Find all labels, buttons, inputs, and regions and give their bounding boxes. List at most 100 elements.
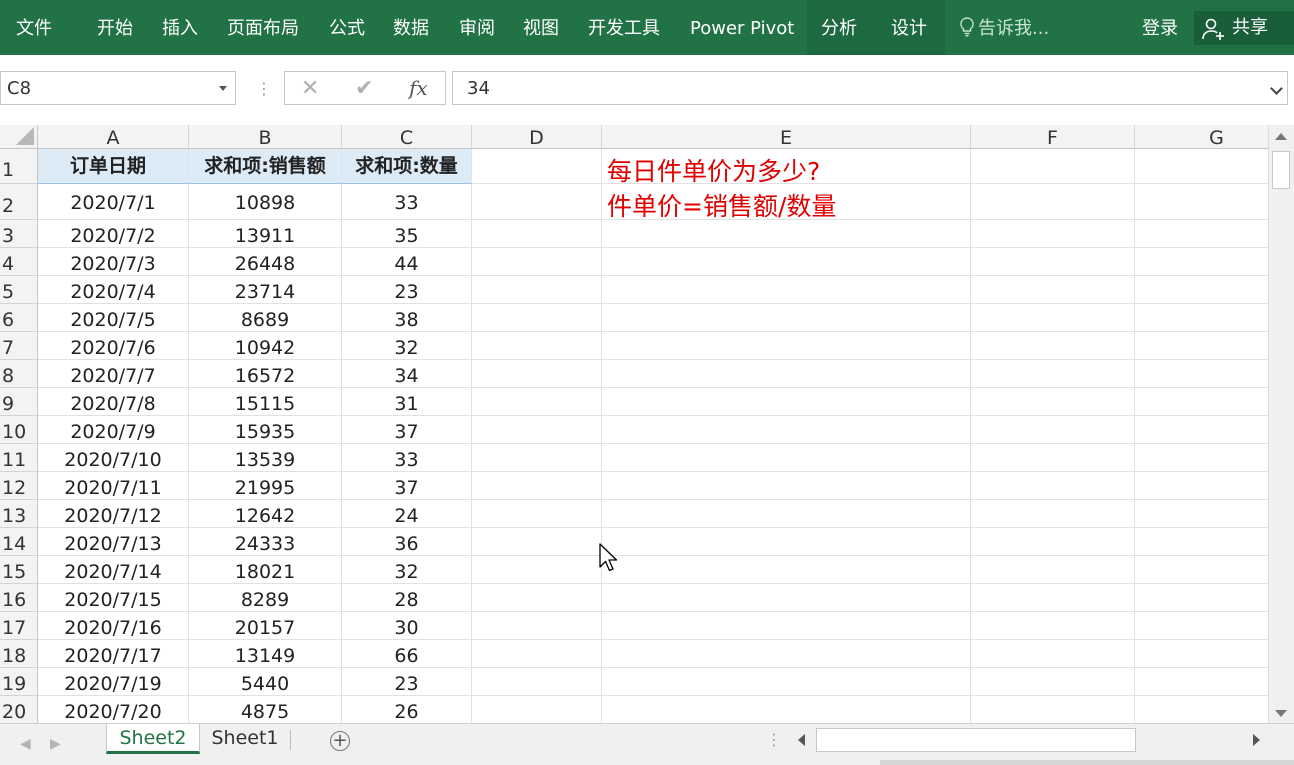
select-all-corner[interactable] bbox=[0, 125, 38, 149]
ribbon-tab-review[interactable]: 审阅 bbox=[459, 0, 495, 55]
grid-cell[interactable] bbox=[472, 184, 602, 220]
pivot-header-cell[interactable]: 订单日期 bbox=[38, 149, 189, 184]
grid-cell[interactable] bbox=[971, 388, 1135, 416]
table-cell[interactable]: 32 bbox=[342, 332, 472, 360]
table-cell[interactable]: 34 bbox=[342, 360, 472, 388]
grid-cell[interactable] bbox=[971, 184, 1135, 220]
table-cell[interactable]: 33 bbox=[342, 444, 472, 472]
grid-cell[interactable] bbox=[1135, 332, 1268, 360]
table-cell[interactable]: 2020/7/3 bbox=[38, 248, 189, 276]
grid-cell[interactable] bbox=[602, 276, 971, 304]
table-cell[interactable]: 12642 bbox=[189, 500, 342, 528]
table-cell[interactable]: 2020/7/5 bbox=[38, 304, 189, 332]
grid-cell[interactable] bbox=[1135, 360, 1268, 388]
grid-cell[interactable] bbox=[602, 388, 971, 416]
add-sheet-icon[interactable]: + bbox=[330, 731, 350, 751]
grid-cell[interactable] bbox=[971, 220, 1135, 248]
table-cell[interactable]: 28 bbox=[342, 584, 472, 612]
grid-cell[interactable] bbox=[472, 304, 602, 332]
grid-cell[interactable] bbox=[971, 149, 1135, 184]
row-header[interactable]: 13 bbox=[0, 500, 38, 528]
table-cell[interactable]: 2020/7/2 bbox=[38, 220, 189, 248]
row-header[interactable]: 6 bbox=[0, 304, 38, 332]
table-cell[interactable]: 24 bbox=[342, 500, 472, 528]
grid-cell[interactable] bbox=[472, 276, 602, 304]
grid-cell[interactable] bbox=[472, 220, 602, 248]
grid-cell[interactable] bbox=[472, 149, 602, 184]
horizontal-scrollbar[interactable] bbox=[790, 728, 1268, 752]
grid-cell[interactable] bbox=[472, 500, 602, 528]
row-header[interactable]: 3 bbox=[0, 220, 38, 248]
table-cell[interactable]: 2020/7/19 bbox=[38, 668, 189, 696]
tab-split-handle-icon[interactable]: ⋮ bbox=[766, 730, 782, 749]
grid-cell[interactable] bbox=[971, 248, 1135, 276]
grid-cell[interactable] bbox=[472, 668, 602, 696]
grid-cell[interactable] bbox=[1135, 528, 1268, 556]
formula-input[interactable]: 34 bbox=[452, 71, 1288, 105]
table-cell[interactable]: 44 bbox=[342, 248, 472, 276]
grid-cell[interactable] bbox=[602, 668, 971, 696]
grid-cell[interactable] bbox=[472, 360, 602, 388]
grid-cell[interactable] bbox=[971, 276, 1135, 304]
grid-cell[interactable] bbox=[472, 416, 602, 444]
row-header[interactable]: 14 bbox=[0, 528, 38, 556]
insert-function-icon[interactable]: fx bbox=[409, 72, 428, 105]
grid-cell[interactable] bbox=[472, 444, 602, 472]
table-cell[interactable]: 2020/7/12 bbox=[38, 500, 189, 528]
table-cell[interactable]: 2020/7/17 bbox=[38, 640, 189, 668]
column-header-f[interactable]: F bbox=[971, 125, 1135, 149]
sheet-tab-sheet1[interactable]: Sheet1 bbox=[201, 724, 289, 754]
table-cell[interactable]: 10898 bbox=[189, 184, 342, 220]
row-header[interactable]: 4 bbox=[0, 248, 38, 276]
table-cell[interactable]: 37 bbox=[342, 472, 472, 500]
grid-cell[interactable] bbox=[1135, 149, 1268, 184]
grid-cell[interactable] bbox=[1135, 584, 1268, 612]
chevron-down-icon[interactable] bbox=[219, 86, 227, 91]
scroll-down-icon[interactable] bbox=[1275, 710, 1287, 717]
row-header[interactable]: 15 bbox=[0, 556, 38, 584]
grid-cell[interactable] bbox=[602, 696, 971, 723]
column-header-c[interactable]: C bbox=[342, 125, 472, 149]
table-cell[interactable]: 66 bbox=[342, 640, 472, 668]
grid-cell[interactable] bbox=[1135, 556, 1268, 584]
table-cell[interactable]: 38 bbox=[342, 304, 472, 332]
row-header[interactable]: 7 bbox=[0, 332, 38, 360]
table-cell[interactable]: 32 bbox=[342, 556, 472, 584]
table-cell[interactable]: 4875 bbox=[189, 696, 342, 723]
row-header[interactable]: 11 bbox=[0, 444, 38, 472]
name-box[interactable]: C8 bbox=[0, 71, 236, 105]
table-cell[interactable]: 10942 bbox=[189, 332, 342, 360]
drag-handle-icon[interactable]: ⋮ bbox=[256, 79, 272, 98]
table-cell[interactable]: 2020/7/4 bbox=[38, 276, 189, 304]
grid-cell[interactable] bbox=[1135, 248, 1268, 276]
grid-cell[interactable] bbox=[472, 640, 602, 668]
column-header-e[interactable]: E bbox=[602, 125, 971, 149]
grid-cell[interactable] bbox=[472, 584, 602, 612]
column-header-a[interactable]: A bbox=[38, 125, 189, 149]
grid-cell[interactable] bbox=[602, 220, 971, 248]
ribbon-tab-insert[interactable]: 插入 bbox=[162, 0, 198, 55]
grid-cell[interactable] bbox=[971, 612, 1135, 640]
grid-cell[interactable] bbox=[1135, 276, 1268, 304]
grid-cell[interactable] bbox=[971, 640, 1135, 668]
grid-cell[interactable] bbox=[472, 332, 602, 360]
next-sheet-icon[interactable]: ▶ bbox=[50, 736, 61, 752]
table-cell[interactable]: 26448 bbox=[189, 248, 342, 276]
column-header-g[interactable]: G bbox=[1135, 125, 1268, 149]
grid-cell[interactable] bbox=[971, 584, 1135, 612]
vertical-scroll-thumb[interactable] bbox=[1272, 151, 1290, 189]
ribbon-tab-analyze[interactable]: 分析 bbox=[821, 0, 857, 55]
table-cell[interactable]: 33 bbox=[342, 184, 472, 220]
grid-cell[interactable] bbox=[602, 528, 971, 556]
table-cell[interactable]: 13149 bbox=[189, 640, 342, 668]
row-header[interactable]: 10 bbox=[0, 416, 38, 444]
table-cell[interactable]: 24333 bbox=[189, 528, 342, 556]
ribbon-tab-data[interactable]: 数据 bbox=[393, 0, 429, 55]
sign-in-link[interactable]: 登录 bbox=[1142, 0, 1178, 55]
grid-cell[interactable] bbox=[602, 416, 971, 444]
table-cell[interactable]: 13911 bbox=[189, 220, 342, 248]
table-cell[interactable]: 2020/7/9 bbox=[38, 416, 189, 444]
table-cell[interactable]: 18021 bbox=[189, 556, 342, 584]
grid-cell[interactable] bbox=[971, 444, 1135, 472]
grid-cell[interactable] bbox=[1135, 184, 1268, 220]
